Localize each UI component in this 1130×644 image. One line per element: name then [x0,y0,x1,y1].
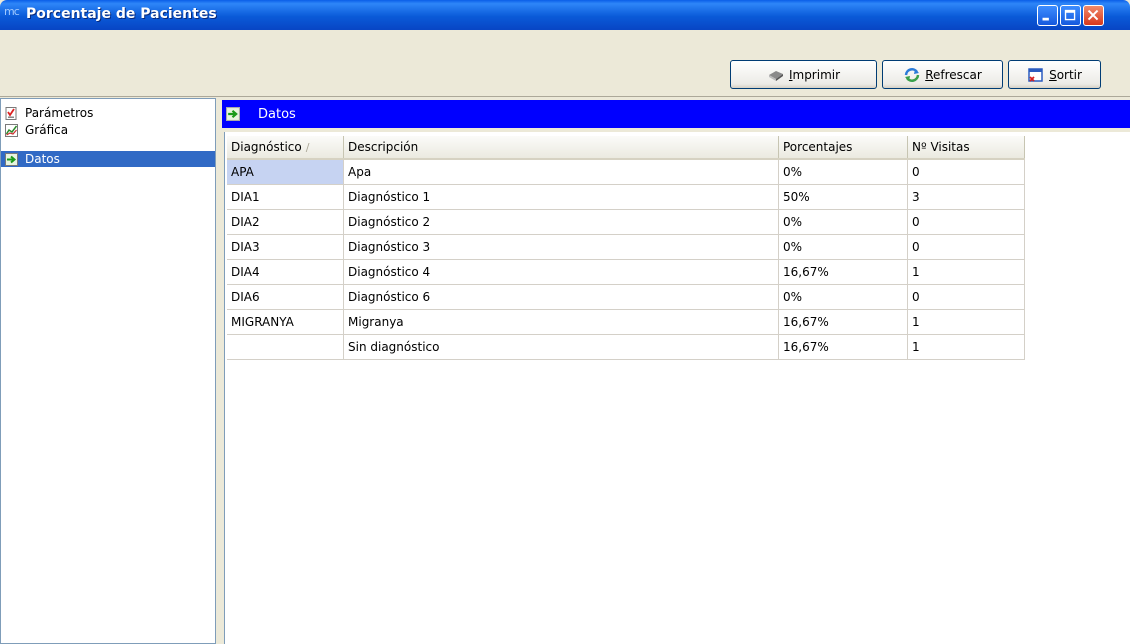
cell-visitas[interactable]: 3 [907,184,1025,210]
exit-label: ortir [1056,67,1082,82]
maximize-button[interactable] [1060,5,1081,26]
table-row[interactable]: DIA6 Diagnóstico 6 0% 0 [227,284,1025,310]
maximize-icon [1064,9,1076,21]
nav-item-parametros[interactable]: Parámetros [5,105,215,121]
data-arrow-icon [5,152,18,166]
table-row[interactable]: APA Apa 0% 0 [227,159,1025,185]
cell-descripcion[interactable]: Apa [343,159,779,185]
nav-item-label: Datos [25,152,60,166]
column-header-diagnostico[interactable]: Diagnóstico ∕ [227,136,344,160]
nav-item-grafica[interactable]: Gráfica [5,122,215,138]
nav-item-label: Parámetros [25,106,94,120]
column-header-porcentajes[interactable]: Porcentajes [778,136,908,160]
table-row[interactable]: DIA1 Diagnóstico 1 50% 3 [227,184,1025,210]
cell-descripcion[interactable]: Diagnóstico 3 [343,234,779,260]
table-row[interactable]: DIA4 Diagnóstico 4 16,67% 1 [227,259,1025,285]
cell-visitas[interactable]: 0 [907,209,1025,235]
column-header-visitas[interactable]: Nº Visitas [907,136,1025,160]
cell-porcentaje[interactable]: 0% [778,234,908,260]
refresh-label-accel: R [925,67,933,82]
cell-visitas[interactable]: 1 [907,309,1025,335]
content-pane: Datos Diagnóstico ∕ Descripción Porcentaj… [222,98,1130,644]
cell-diagnostico[interactable]: DIA3 [227,234,344,260]
chart-icon [5,123,18,137]
nav-item-label: Gráfica [25,123,69,137]
refresh-icon [904,67,920,82]
panel-header: Datos [222,100,1130,128]
cell-porcentaje[interactable]: 16,67% [778,334,908,360]
nav-item-datos[interactable]: Datos [1,151,215,167]
data-grid[interactable]: Diagnóstico ∕ Descripción Porcentajes Nº … [224,132,1130,644]
cell-descripcion[interactable]: Diagnóstico 2 [343,209,779,235]
print-button[interactable]: Imprimir [730,60,877,89]
table-header-row: Diagnóstico ∕ Descripción Porcentajes Nº … [227,136,1025,160]
column-label: Nº Visitas [912,140,970,154]
cell-porcentaje[interactable]: 16,67% [778,309,908,335]
cell-visitas[interactable]: 0 [907,159,1025,185]
close-button[interactable] [1083,5,1104,26]
printer-icon [768,70,783,81]
cell-descripcion[interactable]: Diagnóstico 4 [343,259,779,285]
column-header-descripcion[interactable]: Descripción [343,136,779,160]
column-label: Porcentajes [783,140,853,154]
table-row[interactable]: Sin diagnóstico 16,67% 1 [227,334,1025,360]
cell-descripcion[interactable]: Diagnóstico 6 [343,284,779,310]
print-label: mprimir [792,67,841,82]
exit-button[interactable]: Sortir [1008,60,1101,89]
cell-diagnostico[interactable] [227,334,344,360]
sort-ascending-icon: ∕ [305,141,310,154]
refresh-label: efrescar [933,67,982,82]
cell-porcentaje[interactable]: 50% [778,184,908,210]
cell-porcentaje[interactable]: 16,67% [778,259,908,285]
exit-label-accel: S [1049,67,1057,82]
title-bar[interactable]: mc Porcentaje de Pacientes [0,0,1130,30]
cell-porcentaje[interactable]: 0% [778,209,908,235]
minimize-button[interactable] [1037,5,1058,26]
checklist-icon [5,106,17,120]
cell-visitas[interactable]: 0 [907,284,1025,310]
cell-descripcion[interactable]: Sin diagnóstico [343,334,779,360]
cell-descripcion[interactable]: Migranya [343,309,779,335]
table-row[interactable]: DIA3 Diagnóstico 3 0% 0 [227,234,1025,260]
cell-porcentaje[interactable]: 0% [778,284,908,310]
cell-descripcion[interactable]: Diagnóstico 1 [343,184,779,210]
window-title: Porcentaje de Pacientes [26,6,217,22]
cell-porcentaje[interactable]: 0% [778,159,908,185]
app-icon: mc [4,5,20,18]
panel-title: Datos [258,106,296,122]
refresh-button[interactable]: Refrescar [882,60,1003,89]
data-arrow-icon [226,107,240,121]
cell-diagnostico[interactable]: DIA6 [227,284,344,310]
column-label: Descripción [348,140,419,154]
cell-diagnostico[interactable]: MIGRANYA [227,309,344,335]
column-label: Diagnóstico [231,140,302,154]
close-icon [1087,9,1099,21]
cell-diagnostico[interactable]: APA [227,159,344,185]
toolbar: Imprimir Refrescar Sortir [0,30,1130,97]
cell-diagnostico[interactable]: DIA4 [227,259,344,285]
minimize-icon [1042,17,1049,21]
cell-visitas[interactable]: 1 [907,259,1025,285]
navigation-pane: Parámetros Gráfica Datos [0,98,216,644]
table-row[interactable]: MIGRANYA Migranya 16,67% 1 [227,309,1025,335]
cell-visitas[interactable]: 1 [907,334,1025,360]
cell-visitas[interactable]: 0 [907,234,1025,260]
cell-diagnostico[interactable]: DIA2 [227,209,344,235]
results-table: Diagnóstico ∕ Descripción Porcentajes Nº … [227,136,1025,360]
cell-diagnostico[interactable]: DIA1 [227,184,344,210]
exit-door-icon [1028,67,1043,82]
table-row[interactable]: DIA2 Diagnóstico 2 0% 0 [227,209,1025,235]
